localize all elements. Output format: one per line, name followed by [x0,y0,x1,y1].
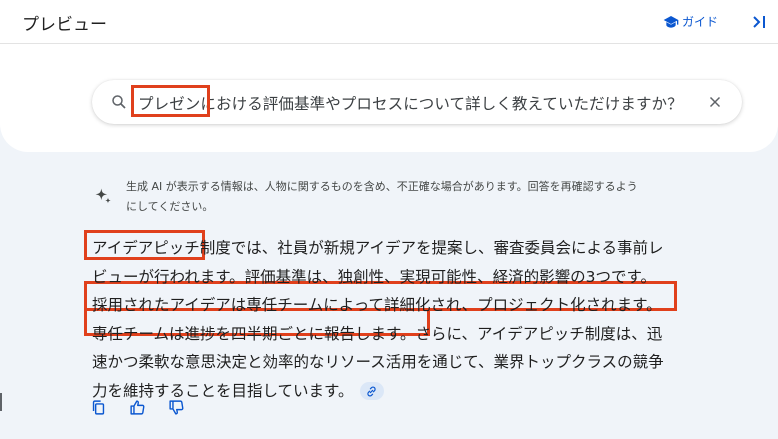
search-panel: プレゼンにおける評価基準やプロセスについて詳しく教えていただけますか？ [0,44,778,152]
answer-line: 速かつ柔軟な意思決定と効率的なリソース活用を通じて、業界トップクラスの競争 [92,353,664,371]
header: プレビュー ガイド [0,0,778,44]
search-query[interactable]: プレゼンにおける評価基準やプロセスについて詳しく教えていただけますか？ [138,92,683,114]
sparkle-icon [95,188,111,204]
search-box[interactable]: プレゼンにおける評価基準やプロセスについて詳しく教えていただけますか？ [92,80,742,124]
answer-line: 専任チームは進捗を四半期ごとに報告します。さらに、アイデアピッチ制度は、迅 [92,324,663,343]
answer-text: アイデアピッチ制度では、社員が新規アイデアを提案し、審査委員会による事前レ ビュ… [92,234,697,405]
answer-line: 採用されたアイデアは専任チームによって詳細化され、プロジェクト化されます。 [92,296,662,314]
answer-line-text: 力を維持することを目指しています。 [92,381,354,400]
source-link-chip[interactable] [359,382,384,400]
answer-line: ビューが行われます。評価基準は、独創性、実現可能性、経済的影響の3つです。 [92,267,656,286]
answer-line: アイデアピッチ制度では、社員が新規アイデアを提案し、審査委員会による事前レ [92,239,664,257]
scroll-indicator[interactable] [0,393,2,411]
page-title: プレビュー [22,15,107,35]
disclaimer-line: 生成 AI が表示する情報は、人物に関するものを含め、不正確な場合があります。回… [126,180,638,193]
collapse-panel-icon[interactable] [749,12,769,32]
guide-button[interactable]: ガイド [663,13,718,30]
close-icon[interactable] [706,93,724,111]
answer-actions [90,399,185,416]
link-icon [367,386,376,396]
ai-disclaimer: 生成 AI が表示する情報は、人物に関するものを含め、不正確な場合があります。回… [126,177,716,217]
thumbs-down-icon[interactable] [168,399,185,416]
thumbs-up-icon[interactable] [129,399,146,416]
search-icon [112,95,126,109]
guide-label: ガイド [682,15,719,29]
disclaimer-line: にしてください。 [126,200,214,213]
graduation-cap-icon [663,15,679,28]
copy-icon[interactable] [90,399,107,416]
